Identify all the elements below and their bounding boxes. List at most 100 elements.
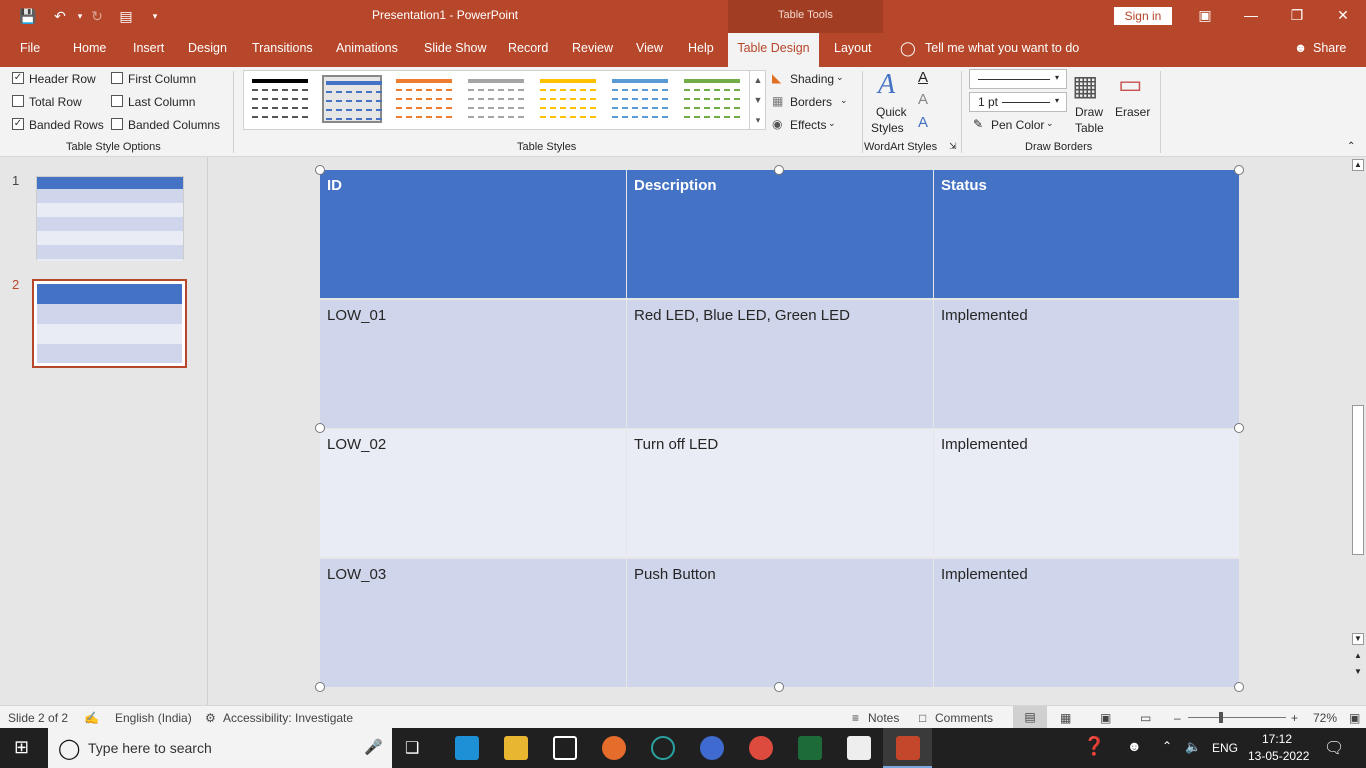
zoom-in-icon[interactable]: + — [1291, 711, 1298, 725]
normal-view-icon[interactable]: ▤ — [1013, 706, 1047, 728]
tab-design[interactable]: Design — [188, 33, 227, 64]
draw-table-label-2[interactable]: Table — [1075, 121, 1104, 135]
notes-button[interactable]: Notes — [868, 711, 899, 725]
ribbon-display-icon[interactable]: ▣ — [1182, 0, 1228, 33]
eraser-label[interactable]: Eraser — [1115, 105, 1150, 119]
share-button[interactable]: Share — [1313, 33, 1346, 64]
pen-color-dropdown-icon[interactable]: ⌄ — [1046, 118, 1054, 129]
table-cell[interactable]: Implemented — [934, 559, 1239, 687]
total-row-checkbox[interactable] — [12, 95, 24, 107]
tab-transitions[interactable]: Transitions — [252, 33, 313, 64]
firefox-icon[interactable] — [602, 736, 626, 760]
table-style-thumbnail[interactable] — [322, 75, 382, 123]
table-header-id[interactable]: ID — [320, 170, 626, 298]
tab-record[interactable]: Record — [508, 33, 548, 64]
tab-file[interactable]: File — [20, 33, 40, 64]
borders-button[interactable]: Borders — [790, 95, 832, 109]
volume-icon[interactable]: 🔈 — [1185, 739, 1201, 755]
text-outline-icon[interactable]: A — [918, 91, 928, 108]
eraser-icon[interactable]: ▭ — [1118, 69, 1143, 100]
reading-view-icon[interactable]: ▣ — [1100, 711, 1111, 725]
chrome-icon[interactable] — [749, 736, 773, 760]
tab-layout[interactable]: Layout — [834, 33, 872, 64]
pen-weight-dropdown[interactable]: 1 pt ▾ — [969, 92, 1067, 112]
table-cell[interactable]: Turn off LED — [627, 429, 933, 557]
table-cell[interactable]: Red LED, Blue LED, Green LED — [627, 300, 933, 428]
edge-icon[interactable] — [455, 736, 479, 760]
slide-thumbnail-2[interactable] — [32, 279, 187, 368]
borders-dropdown-icon[interactable]: ⌄ — [840, 95, 848, 106]
next-slide-icon[interactable]: ▼ — [1352, 667, 1364, 679]
share-icon[interactable]: ☻ — [1294, 33, 1307, 64]
taskbar-search[interactable]: ◯ Type here to search 🎤 — [48, 728, 392, 768]
customize-qat-icon[interactable]: ▾ — [145, 7, 165, 25]
scroll-down-icon[interactable]: ▼ — [1352, 633, 1364, 645]
fit-slide-icon[interactable]: ▣ — [1349, 711, 1360, 725]
restore-icon[interactable]: ❐ — [1274, 0, 1320, 33]
tab-table-design[interactable]: Table Design — [728, 33, 819, 67]
slide-sorter-icon[interactable]: ▦ — [1060, 711, 1071, 725]
comments-button[interactable]: Comments — [935, 711, 993, 725]
notifications-icon[interactable]: 🗨 — [1324, 738, 1344, 758]
text-fill-icon[interactable]: A — [918, 69, 928, 86]
resize-handle[interactable] — [315, 682, 325, 692]
tray-chevron-icon[interactable]: ⌃ — [1162, 739, 1172, 753]
minimize-icon[interactable]: — — [1228, 0, 1274, 33]
table-style-thumbnail[interactable] — [610, 75, 670, 123]
resize-handle[interactable] — [774, 682, 784, 692]
table-header-description[interactable]: Description — [627, 170, 933, 298]
gallery-scroll[interactable]: ▲ ▼ ▾ — [749, 70, 766, 130]
collapse-ribbon-icon[interactable]: ⌃ — [1347, 141, 1355, 152]
table-cell[interactable]: Implemented — [934, 429, 1239, 557]
text-effects-icon[interactable]: A — [918, 114, 928, 131]
vertical-scrollbar[interactable]: ▲ ▼ ▲ ▼ — [1350, 157, 1366, 705]
save-icon[interactable]: 💾 — [18, 7, 38, 25]
quick-styles-label-2[interactable]: Styles — [871, 121, 904, 135]
sign-in-button[interactable]: Sign in — [1114, 7, 1172, 25]
shading-button[interactable]: Shading — [790, 72, 834, 86]
banded-rows-checkbox[interactable]: ✓ — [12, 118, 24, 130]
zoom-slider-thumb[interactable] — [1219, 712, 1223, 723]
zoom-out-icon[interactable]: – — [1174, 711, 1181, 725]
tab-view[interactable]: View — [636, 33, 663, 64]
file-explorer-icon[interactable] — [504, 736, 528, 760]
resize-handle[interactable] — [1234, 423, 1244, 433]
table-cell[interactable]: LOW_02 — [320, 429, 626, 557]
tell-me-search[interactable]: Tell me what you want to do — [925, 33, 1079, 64]
banded-columns-checkbox[interactable] — [111, 118, 123, 130]
spreadsheet-app-icon[interactable] — [798, 736, 822, 760]
chrome-blue-icon[interactable] — [700, 736, 724, 760]
resize-handle[interactable] — [315, 423, 325, 433]
language-indicator[interactable]: English (India) — [115, 711, 192, 725]
table-style-thumbnail[interactable] — [466, 75, 526, 123]
table-style-thumbnail[interactable] — [538, 75, 598, 123]
resize-handle[interactable] — [1234, 682, 1244, 692]
help-icon[interactable]: ❓ — [1083, 736, 1105, 757]
dialog-launcher-icon[interactable]: ⇲ — [949, 141, 957, 152]
effects-button[interactable]: Effects — [790, 118, 826, 132]
table-style-thumbnail[interactable] — [682, 75, 742, 123]
dropbox-icon[interactable] — [553, 736, 577, 760]
spellcheck-icon[interactable]: ✍ — [84, 711, 99, 725]
gallery-more-icon[interactable]: ▾ — [750, 110, 766, 130]
gallery-up-icon[interactable]: ▲ — [750, 70, 766, 90]
pen-color-button[interactable]: Pen Color — [991, 118, 1044, 132]
pen-style-dropdown[interactable]: ▾ — [969, 69, 1067, 89]
quick-styles-label[interactable]: Quick — [876, 105, 907, 119]
table-cell[interactable]: Implemented — [934, 300, 1239, 428]
tab-slide-show[interactable]: Slide Show — [424, 33, 487, 64]
tab-help[interactable]: Help — [688, 33, 714, 64]
table-header-status[interactable]: Status — [934, 170, 1239, 298]
zoom-level[interactable]: 72% — [1313, 711, 1337, 725]
close-icon[interactable]: ✕ — [1320, 0, 1366, 33]
tab-review[interactable]: Review — [572, 33, 613, 64]
last-column-checkbox[interactable] — [111, 95, 123, 107]
table-cell[interactable]: LOW_01 — [320, 300, 626, 428]
accessibility-status[interactable]: Accessibility: Investigate — [223, 711, 353, 725]
slide-table[interactable]: ID Description Status LOW_01 Red LED, Bl… — [320, 170, 1239, 687]
slideshow-icon[interactable]: ▭ — [1140, 711, 1151, 725]
scroll-thumb[interactable] — [1352, 405, 1364, 555]
tab-home[interactable]: Home — [73, 33, 106, 64]
scroll-up-icon[interactable]: ▲ — [1352, 159, 1364, 171]
undo-icon[interactable]: ↶ — [50, 7, 70, 25]
